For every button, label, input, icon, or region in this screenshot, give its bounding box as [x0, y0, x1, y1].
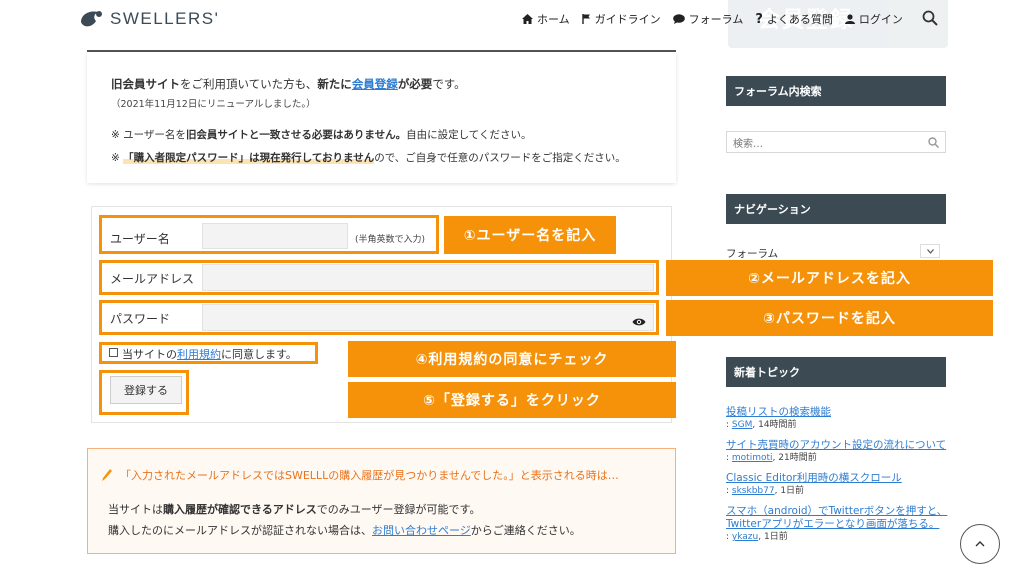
nav-faq[interactable]: ? よくある質問 — [755, 11, 833, 27]
nav-faq-label: よくある質問 — [766, 13, 833, 26]
topic-user-link[interactable]: motimoti — [732, 453, 773, 463]
logo-mark-icon — [78, 8, 104, 30]
topic-item: Classic Editor利用時の横スクロール : skskbb77, 1日前 — [726, 472, 951, 498]
new-topics-widget-title: 新着トピック — [726, 357, 946, 387]
page: 会員登録 SWELLERS' ホーム ガイドライン フォーラム ? よくある質問… — [0, 0, 1024, 569]
user-icon — [844, 14, 855, 24]
show-password-eye-icon[interactable] — [632, 312, 646, 331]
nav-login-label: ログイン — [858, 13, 903, 26]
topic-item: 投稿リストの検索機能 : SGM, 14時間前 — [726, 406, 951, 432]
topic-meta: : skskbb77, 1日前 — [726, 486, 805, 496]
chat-bubble-icon — [672, 14, 685, 24]
logo-text: SWELLERS' — [110, 9, 220, 28]
topic-title-link[interactable]: Classic Editor利用時の横スクロール — [726, 472, 951, 485]
callout-email: ②メールアドレスを記入 — [666, 260, 993, 296]
topic-title-link[interactable]: スマホ（android）でTwitterボタンを押すと、Twitterアプリがエ… — [726, 505, 951, 531]
register-link[interactable]: 会員登録 — [352, 77, 398, 91]
registration-notice: 旧会員サイトをご利用頂いていた方も、新たに会員登録が必要です。 （2021年11… — [87, 52, 676, 183]
nav-guideline[interactable]: ガイドライン — [581, 11, 661, 27]
nav-login[interactable]: ログイン — [844, 11, 903, 27]
forum-search-input[interactable]: 検索… — [726, 131, 946, 153]
site-header: SWELLERS' ホーム ガイドライン フォーラム ? よくある質問 ログイン — [0, 0, 1024, 40]
flag-icon — [581, 14, 590, 24]
email-label: メールアドレス — [110, 272, 195, 286]
alert-body-line-2: 購入したのにメールアドレスが認証されない場合は、お問い合わせページからご連絡くだ… — [108, 524, 581, 537]
notice-line-2: （2021年11月12日にリニューアルしました。） — [111, 99, 316, 110]
search-icon — [922, 10, 938, 26]
alert-body-line-1: 当サイトは購入履歴が確認できるアドレスでのみユーザー登録が可能です。 — [108, 503, 481, 516]
nav-forum[interactable]: フォーラム — [672, 11, 744, 27]
callout-submit: ⑤「登録する」をクリック — [348, 382, 676, 418]
notice-line-3: ※ ユーザー名を旧会員サイトと一致させる必要はありません。自由に設定してください… — [111, 129, 532, 141]
alert-body: 当サイトは購入履歴が確認できるアドレスでのみユーザー登録が可能です。 購入したの… — [108, 499, 581, 541]
topic-item: サイト売買時のアカウント設定の流れについて : motimoti, 21時間前 — [726, 439, 951, 465]
site-logo[interactable]: SWELLERS' — [78, 8, 219, 30]
navigation-select[interactable]: フォーラム — [726, 244, 940, 261]
email-not-found-alert: 「入力されたメールアドレスではSWELLLの購入履歴が見つかりませんでした。」と… — [87, 448, 676, 554]
username-input[interactable] — [202, 223, 348, 249]
callout-agree: ④利用規約の同意にチェック — [348, 341, 676, 377]
topic-meta: : motimoti, 21時間前 — [726, 453, 817, 463]
forum-search-placeholder: 検索… — [733, 138, 763, 150]
callout-password: ③パスワードを記入 — [666, 300, 993, 336]
topic-user-link[interactable]: ykazu — [732, 532, 758, 542]
home-icon — [522, 14, 533, 24]
nav-guideline-label: ガイドライン — [594, 13, 661, 26]
header-search-button[interactable] — [922, 10, 938, 30]
pencil-icon — [102, 469, 112, 481]
main-nav: ホーム ガイドライン フォーラム ? よくある質問 ログイン — [522, 11, 915, 27]
topic-user-link[interactable]: SGM — [732, 420, 752, 430]
back-to-top-button[interactable] — [960, 524, 1000, 564]
topic-item: スマホ（android）でTwitterボタンを押すと、Twitterアプリがエ… — [726, 505, 951, 544]
password-label: パスワード — [110, 312, 171, 326]
register-submit-button[interactable]: 登録する — [110, 376, 182, 404]
navigation-selected: フォーラム — [726, 248, 779, 260]
agree-checkbox[interactable] — [109, 348, 118, 357]
notice-line-4: ※ 「購入者限定パスワード」は現在発行しておりませんので、ご自身で任意のパスワー… — [111, 152, 626, 164]
chevron-down-icon — [920, 244, 940, 258]
topic-user-link[interactable]: skskbb77 — [732, 486, 775, 496]
chevron-up-icon — [975, 541, 985, 547]
question-icon: ? — [755, 11, 763, 27]
forum-search-widget-title: フォーラム内検索 — [726, 76, 946, 106]
terms-link[interactable]: 利用規約 — [177, 348, 221, 361]
password-input[interactable] — [202, 304, 654, 331]
nav-home-label: ホーム — [537, 13, 570, 26]
username-label: ユーザー名 — [110, 232, 170, 246]
topic-meta: : ykazu, 1日前 — [726, 532, 788, 542]
contact-page-link[interactable]: お問い合わせページ — [372, 524, 471, 537]
topic-meta: : SGM, 14時間前 — [726, 420, 797, 430]
new-topics-list: 投稿リストの検索機能 : SGM, 14時間前 サイト売買時のアカウント設定の流… — [726, 406, 951, 551]
callout-username: ①ユーザー名を記入 — [444, 216, 616, 254]
nav-home[interactable]: ホーム — [522, 11, 570, 27]
email-input[interactable] — [202, 264, 654, 291]
agree-text: 当サイトの利用規約に同意します。 — [122, 348, 297, 361]
topic-title-link[interactable]: 投稿リストの検索機能 — [726, 406, 951, 419]
navigation-widget-title: ナビゲーション — [726, 194, 946, 224]
notice-line-1: 旧会員サイトをご利用頂いていた方も、新たに会員登録が必要です。 — [111, 77, 466, 91]
alert-title: 「入力されたメールアドレスではSWELLLの購入履歴が見つかりませんでした。」と… — [102, 467, 619, 483]
search-icon[interactable] — [928, 137, 939, 148]
username-hint: (半角英数で入力) — [355, 235, 426, 245]
topic-title-link[interactable]: サイト売買時のアカウント設定の流れについて — [726, 439, 951, 452]
nav-forum-label: フォーラム — [688, 13, 744, 26]
